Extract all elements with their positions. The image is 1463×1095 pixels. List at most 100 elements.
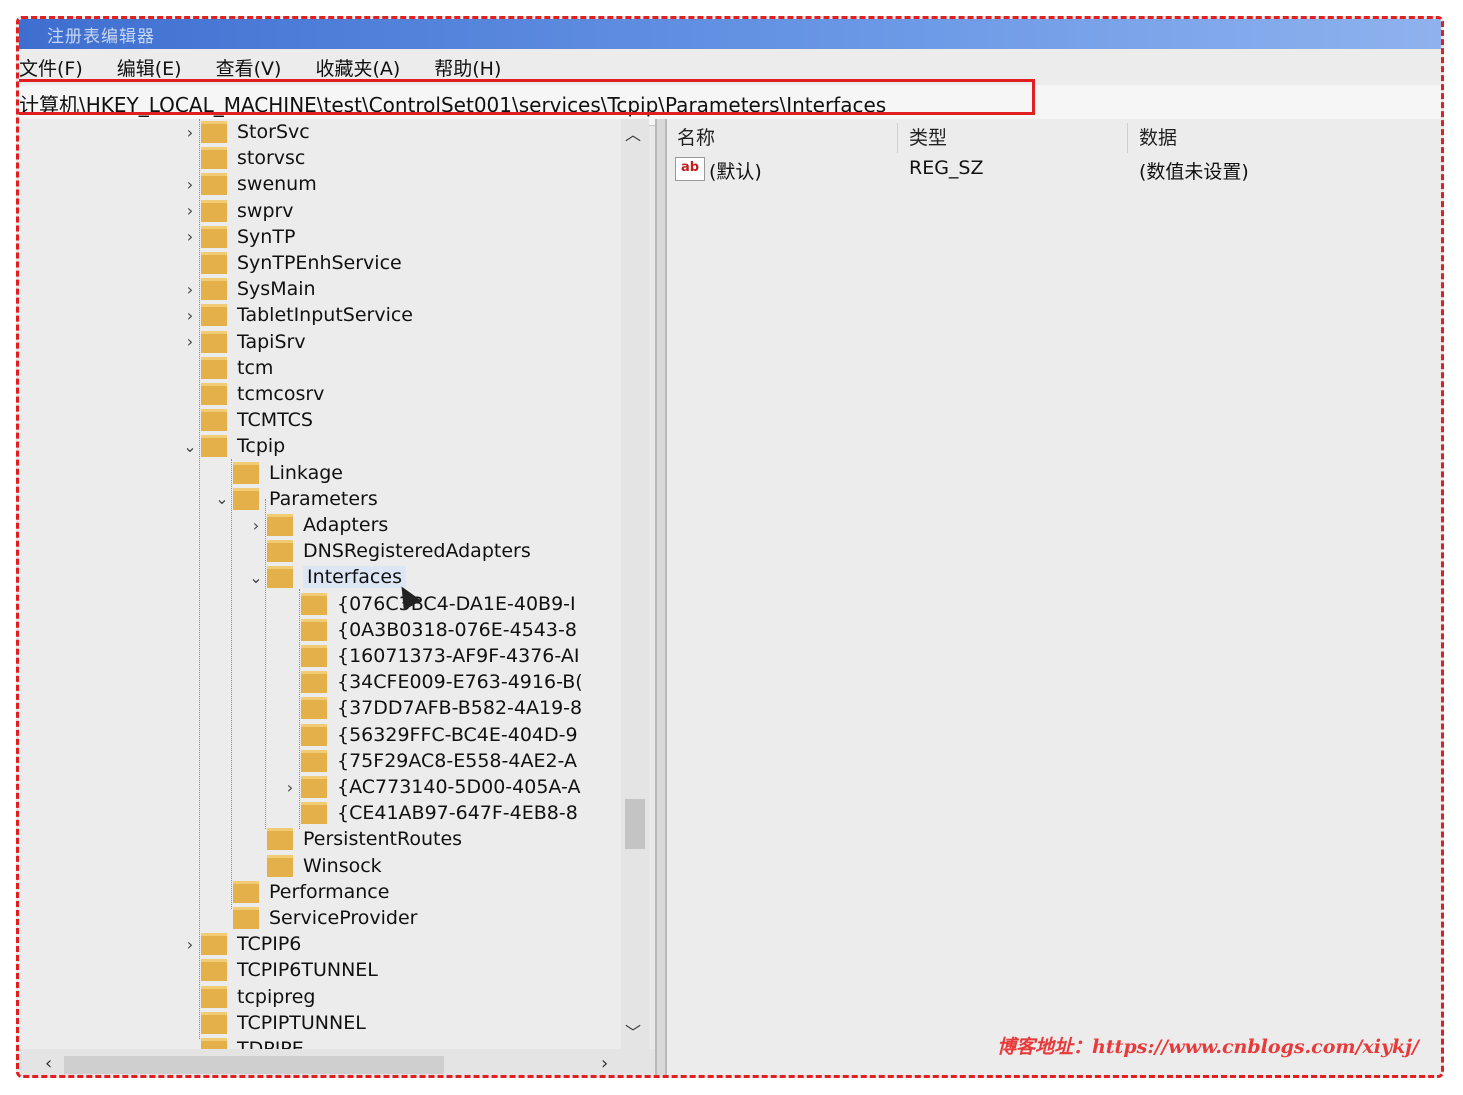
- value-data[interactable]: (数值未设置): [1139, 157, 1249, 184]
- tree-node[interactable]: {34CFE009-E763-4916-B(: [279, 669, 583, 695]
- tree-node[interactable]: {37DD7AFB-B582-4A19-8: [279, 695, 582, 721]
- tree-node[interactable]: › TapiSrv: [179, 329, 306, 355]
- title-bar: 注册表编辑器: [19, 19, 1441, 49]
- folder-icon: [201, 225, 227, 248]
- menu-edit[interactable]: 编辑(E): [117, 54, 182, 81]
- tree-node-label: SynTPEnhService: [237, 252, 402, 274]
- tree-node-label: DNSRegisteredAdapters: [303, 540, 531, 563]
- screenshot-frame: 注册表编辑器 文件(F) 编辑(E) 查看(V) 收藏夹(A) 帮助(H) 计算…: [16, 16, 1444, 1078]
- folder-icon: [233, 907, 259, 929]
- tree-node[interactable]: TCPIPTUNNEL: [179, 1010, 366, 1036]
- tree-node-label: SynTP: [237, 225, 296, 248]
- tree-node-label: Tcpip: [237, 435, 286, 458]
- values-list[interactable]: 名称 类型 数据 ab (默认) REG_SZ (数值未设置): [667, 119, 1441, 1075]
- folder-icon: [201, 252, 227, 274]
- scroll-left-icon[interactable]: ‹: [45, 1053, 52, 1074]
- tree-node[interactable]: DNSRegisteredAdapters: [245, 538, 531, 564]
- chevron-right-icon[interactable]: ›: [245, 516, 267, 535]
- menu-file[interactable]: 文件(F): [19, 54, 83, 81]
- chevron-right-icon[interactable]: ›: [179, 306, 201, 325]
- chevron-right-icon[interactable]: ›: [179, 332, 201, 351]
- tree-node[interactable]: {75F29AC8-E558-4AE2-A: [279, 748, 577, 774]
- scroll-thumb[interactable]: [625, 799, 645, 849]
- tree-node[interactable]: storvsc: [179, 145, 305, 171]
- chevron-right-icon[interactable]: ›: [179, 935, 201, 954]
- column-header-data[interactable]: 数据: [1139, 123, 1177, 150]
- tree-horizontal-scrollbar[interactable]: ‹ ›: [19, 1049, 659, 1075]
- tree-node-label: {AC773140-5D00-405A-A: [337, 776, 581, 798]
- tree-node-label: storvsc: [237, 147, 306, 170]
- string-value-icon: ab: [675, 157, 705, 181]
- tree-guide-line: [299, 589, 300, 829]
- tree-guide-line: [199, 119, 200, 1039]
- folder-icon: [201, 330, 227, 353]
- folder-icon: [201, 304, 227, 327]
- scroll-right-icon[interactable]: ›: [601, 1053, 608, 1074]
- chevron-down-icon[interactable]: ⌄: [211, 489, 233, 508]
- folder-icon: [301, 697, 327, 720]
- chevron-right-icon[interactable]: ›: [179, 201, 201, 220]
- hscroll-thumb[interactable]: [64, 1056, 444, 1074]
- tree-node[interactable]: {CE41AB97-647F-4EB8-8: [279, 800, 578, 826]
- tree-node[interactable]: › TCPIP6: [179, 931, 301, 957]
- tree-node[interactable]: Performance: [211, 879, 389, 905]
- tree-node[interactable]: PersistentRoutes: [245, 826, 462, 852]
- tree-node-label: TCPIPTUNNEL: [237, 1011, 366, 1034]
- column-header-type[interactable]: 类型: [909, 123, 947, 150]
- folder-icon: [233, 880, 259, 903]
- chevron-down-icon[interactable]: ⌄: [179, 437, 201, 456]
- registry-tree[interactable]: › StorSvc storvsc › swenum › swprv › SynTP SynTPE…: [19, 119, 649, 1049]
- tree-node[interactable]: {56329FFC-BC4E-404D-9: [279, 722, 578, 748]
- tree-node[interactable]: ⌄ Interfaces: [245, 564, 406, 590]
- tree-node[interactable]: ⌄ Tcpip: [179, 433, 285, 459]
- tree-node[interactable]: ⌄ Parameters: [211, 486, 378, 512]
- tree-node[interactable]: {076C3BC4-DA1E-40B9-I: [279, 591, 576, 617]
- folder-icon: [201, 147, 227, 170]
- folder-icon: [201, 409, 227, 432]
- tree-node-label: {076C3BC4-DA1E-40B9-I: [337, 592, 576, 615]
- tree-node[interactable]: {0A3B0318-076E-4543-8: [279, 617, 577, 643]
- folder-icon: [301, 592, 327, 615]
- tree-node[interactable]: tcm: [179, 355, 273, 381]
- value-name[interactable]: (默认): [709, 157, 762, 184]
- chevron-right-icon[interactable]: ›: [179, 123, 201, 142]
- chevron-right-icon[interactable]: ›: [179, 280, 201, 299]
- value-type[interactable]: REG_SZ: [909, 157, 984, 179]
- tree-node[interactable]: TCPIP6TUNNEL: [179, 957, 378, 983]
- tree-node[interactable]: › swprv: [179, 198, 294, 224]
- tree-node[interactable]: › TabletInputService: [179, 302, 413, 328]
- tree-node-label: tcmcosrv: [237, 383, 325, 405]
- tree-node[interactable]: SynTPEnhService: [179, 250, 402, 276]
- chevron-right-icon[interactable]: ›: [179, 175, 201, 194]
- chevron-down-icon[interactable]: ⌄: [245, 568, 267, 587]
- folder-icon: [201, 121, 227, 143]
- folder-icon: [301, 645, 327, 667]
- tree-node[interactable]: Winsock: [245, 853, 382, 879]
- chevron-right-icon[interactable]: ›: [279, 778, 301, 797]
- tree-node[interactable]: ServiceProvider: [211, 905, 417, 931]
- chevron-right-icon[interactable]: ›: [179, 227, 201, 246]
- column-header-name[interactable]: 名称: [677, 123, 715, 150]
- tree-node-label: SysMain: [237, 278, 316, 301]
- tree-vertical-scrollbar[interactable]: ︿ ﹀: [621, 119, 649, 1049]
- scroll-down-icon[interactable]: ﹀: [625, 1019, 641, 1043]
- pane-splitter[interactable]: [655, 119, 667, 1075]
- tree-node[interactable]: › SynTP: [179, 224, 295, 250]
- menu-view[interactable]: 查看(V): [216, 54, 282, 81]
- menu-favorites[interactable]: 收藏夹(A): [315, 54, 400, 81]
- folder-icon: [201, 1038, 227, 1049]
- folder-icon: [201, 173, 227, 196]
- folder-icon: [267, 566, 293, 589]
- tree-node-label: {37DD7AFB-B582-4A19-8: [337, 697, 583, 720]
- tree-node[interactable]: {16071373-AF9F-4376-AI: [279, 643, 579, 669]
- tree-node-label: TCMTCS: [237, 409, 313, 432]
- folder-icon: [267, 514, 293, 536]
- tree-node-label: {0A3B0318-076E-4543-8: [337, 618, 577, 641]
- tree-node[interactable]: tcmcosrv: [179, 381, 324, 407]
- tree-node[interactable]: › {AC773140-5D00-405A-A: [279, 774, 580, 800]
- scroll-up-icon[interactable]: ︿: [625, 121, 641, 145]
- menu-help[interactable]: 帮助(H): [434, 54, 501, 81]
- tree-node-label: {CE41AB97-647F-4EB8-8: [337, 802, 578, 825]
- tree-node[interactable]: › Adapters: [245, 512, 388, 538]
- tree-node[interactable]: TDPIPE: [179, 1036, 304, 1049]
